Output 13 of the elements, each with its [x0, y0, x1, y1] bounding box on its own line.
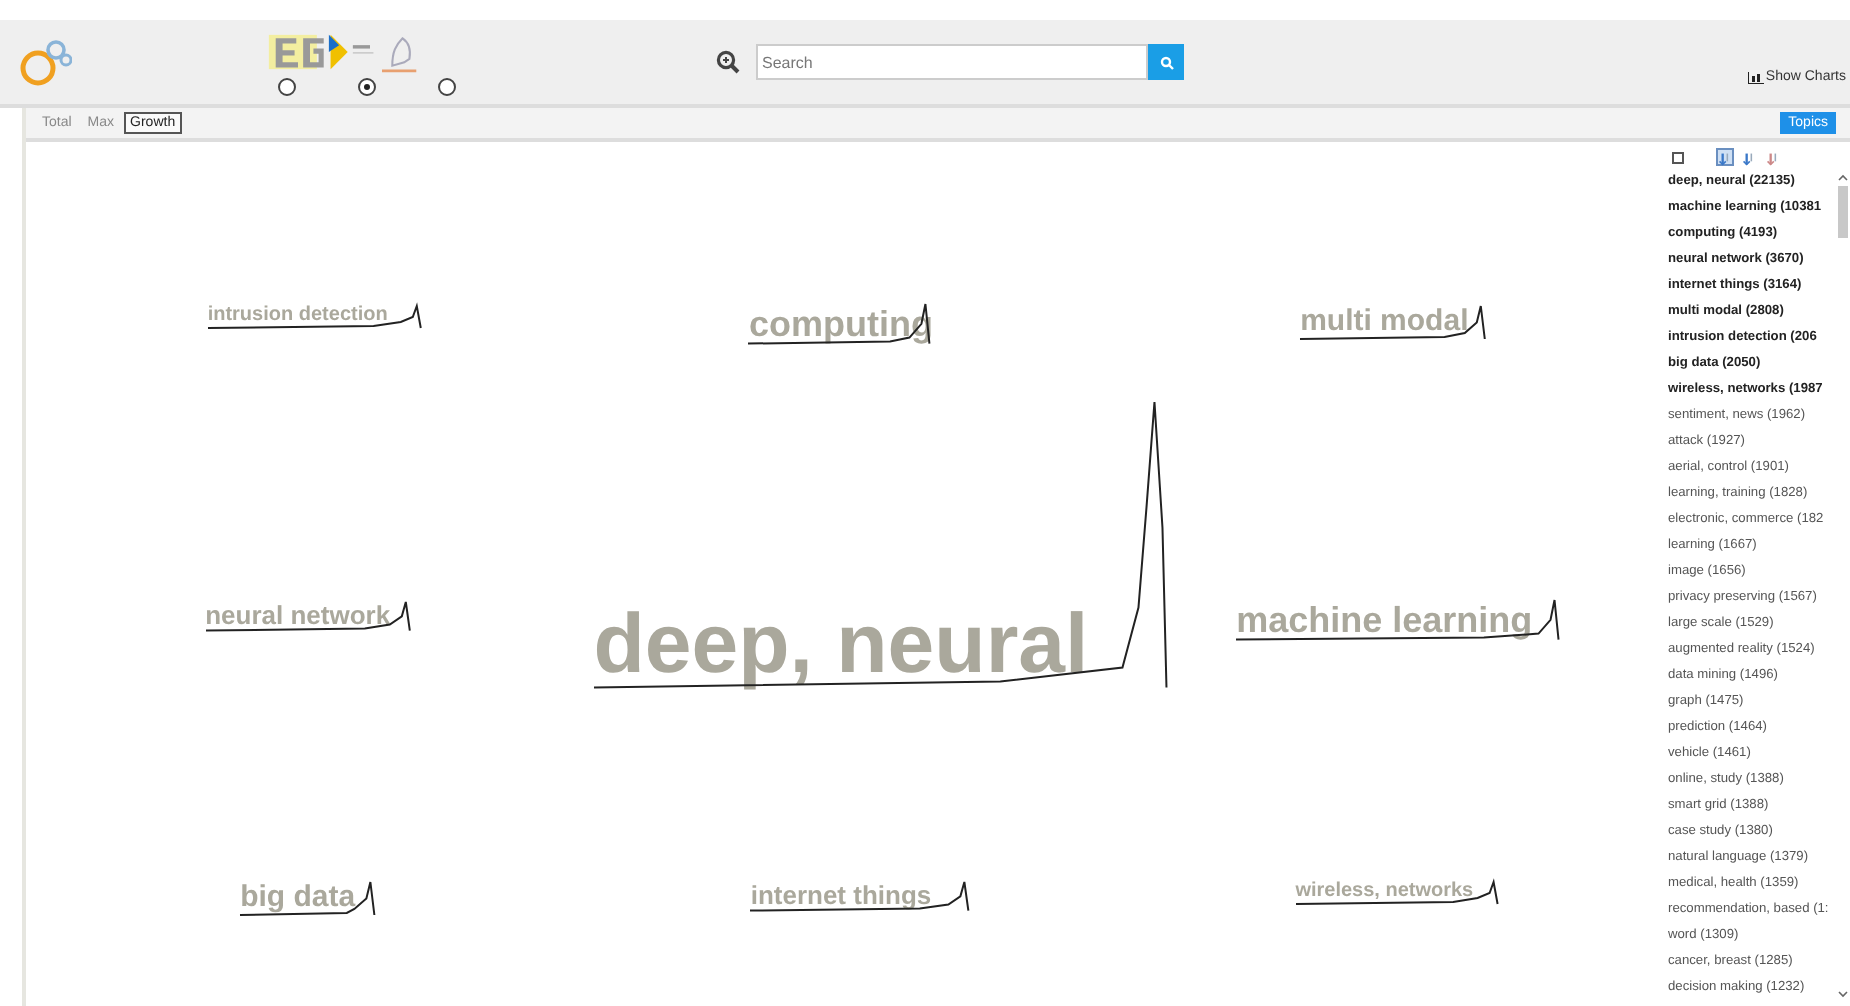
sort-icon[interactable]	[1740, 148, 1758, 166]
search-button[interactable]	[1148, 44, 1184, 80]
radio-button[interactable]	[358, 78, 376, 96]
radio-button[interactable]	[278, 78, 296, 96]
checkbox-icon[interactable]	[1672, 151, 1684, 163]
radio-button[interactable]	[438, 78, 456, 96]
logo-icon	[20, 36, 72, 88]
zoom-icon[interactable]	[716, 50, 740, 74]
search-icon	[1159, 55, 1173, 69]
search-field[interactable]: Search	[756, 44, 1148, 80]
sort-icon[interactable]	[1764, 148, 1782, 166]
sort-icon[interactable]	[1716, 148, 1734, 166]
chart-icon	[1747, 71, 1764, 83]
